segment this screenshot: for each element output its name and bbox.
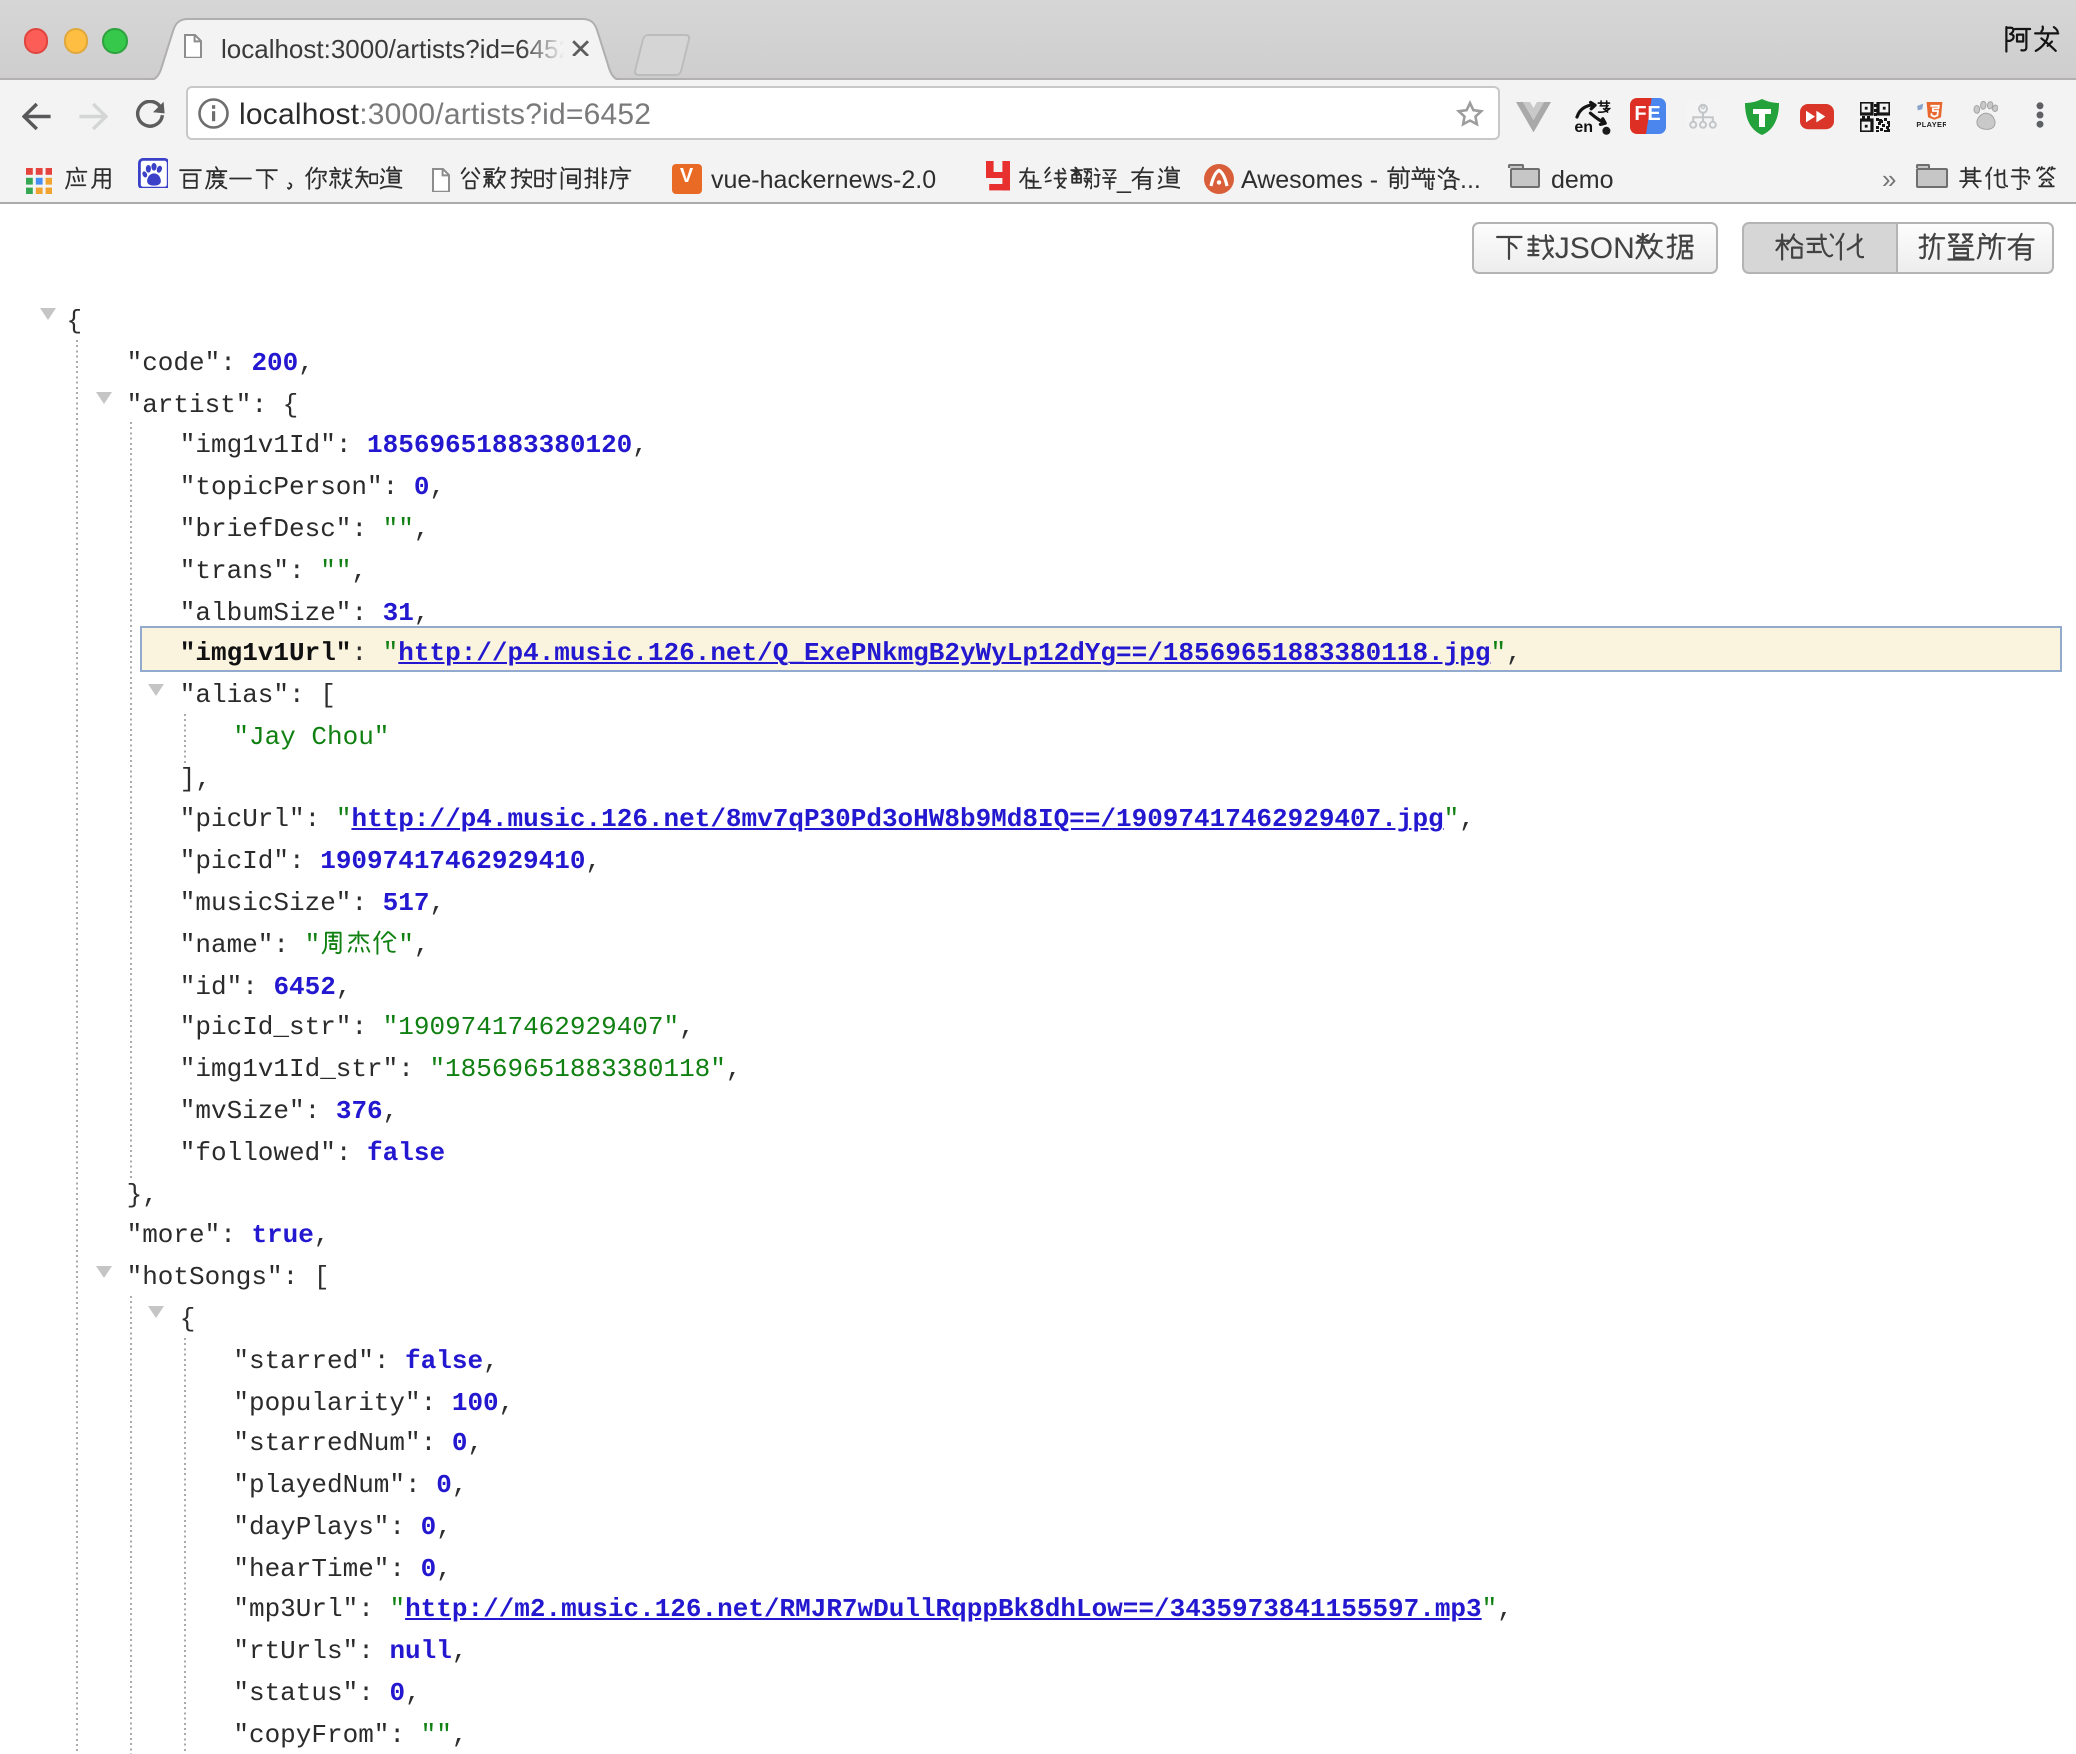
svg-text:en: en <box>1573 118 1592 135</box>
svg-text:PLAYER: PLAYER <box>1915 120 1945 128</box>
